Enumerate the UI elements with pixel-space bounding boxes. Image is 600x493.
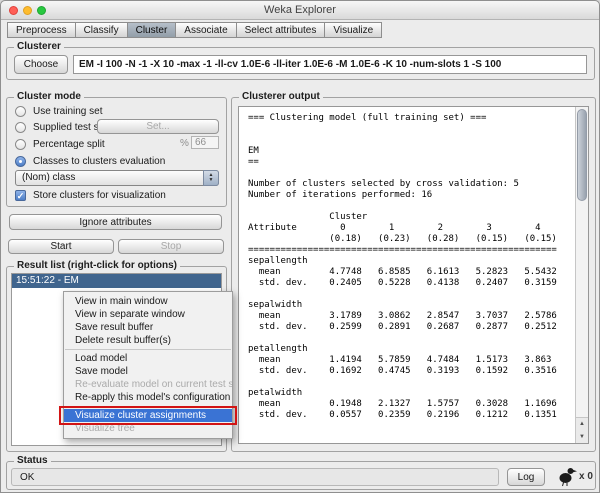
scroll-down-button[interactable]: ▼ [576,431,588,444]
tab-cluster[interactable]: Cluster [126,22,176,38]
menu-item-view-in-main-window[interactable]: View in main window [64,295,232,308]
scrollbar-thumb[interactable] [577,109,587,201]
tab-bar: Preprocess Classify Cluster Associate Se… [7,22,383,38]
classes-to-clusters-label: Classes to clusters evaluation [33,156,166,167]
clusterer-group: Clusterer Choose EM -I 100 -N -1 -X 10 -… [6,41,595,80]
tab-classify[interactable]: Classify [74,22,127,38]
tab-visualize[interactable]: Visualize [324,22,383,38]
supplied-test-set-label: Supplied test set [33,122,107,133]
status-message: OK [20,472,35,483]
menu-separator [65,406,231,407]
menu-item-visualize-tree: Visualize tree [75,423,135,434]
cluster-mode-group: Cluster mode Use training set Supplied t… [6,91,227,207]
clusterer-group-label: Clusterer [14,41,64,52]
clusterer-command-field[interactable]: EM -I 100 -N -1 -X 10 -max -1 -ll-cv 1.0… [73,55,587,74]
use-training-set-radio[interactable] [15,106,26,117]
vertical-scrollbar[interactable]: ▲ ▼ [575,107,588,443]
clusterer-output-group-label: Clusterer output [239,91,323,102]
use-training-set-label: Use training set [33,106,103,117]
menu-item-delete-result-buffer[interactable]: Delete result buffer(s) [64,334,232,347]
menu-separator [65,349,231,350]
percentage-split-radio[interactable] [15,139,26,150]
titlebar[interactable]: Weka Explorer [1,1,599,20]
percentage-split-field[interactable]: 66 [191,136,219,149]
menu-item-visualize-cluster-assignments[interactable]: Visualize cluster assignments [64,409,232,422]
percentage-split-option[interactable]: Percentage split [15,138,105,151]
use-training-set-option[interactable]: Use training set [15,105,102,118]
weka-bird-icon [557,465,577,487]
cluster-mode-group-label: Cluster mode [14,91,84,102]
log-button[interactable]: Log [507,468,545,486]
tab-select-attributes[interactable]: Select attributes [235,22,325,38]
status-group: Status OK Log x 0 [6,455,596,490]
store-clusters-checkbox[interactable]: ✓ [15,190,26,201]
weka-process-counter: x 0 [579,471,593,482]
stop-button[interactable]: Stop [118,239,224,254]
percent-sign-label: % [180,138,189,149]
menu-item-re-evaluate-model: Re-evaluate model on current test set [75,379,232,390]
choose-clusterer-button[interactable]: Choose [14,55,68,74]
classes-to-clusters-option[interactable]: Classes to clusters evaluation [15,155,165,168]
clusterer-output-text: === Clustering model (full training set)… [248,113,557,420]
clusterer-output-area: === Clustering model (full training set)… [238,106,589,444]
menu-item-re-apply-configuration[interactable]: Re-apply this model's configuration [64,391,232,404]
result-list-item[interactable]: 15:51:22 - EM [12,274,221,288]
menu-item-save-model[interactable]: Save model [64,365,232,378]
status-group-label: Status [14,455,51,466]
set-test-set-button[interactable]: Set... [97,119,219,134]
scroll-up-button[interactable]: ▲ [576,418,588,431]
menu-item-save-result-buffer[interactable]: Save result buffer [64,321,232,334]
result-list-group-label: Result list (right-click for options) [14,260,181,271]
menu-item-load-model[interactable]: Load model [64,352,232,365]
store-clusters-option[interactable]: ✓ Store clusters for visualization [15,189,166,202]
store-clusters-label: Store clusters for visualization [33,190,166,201]
window-title: Weka Explorer [264,4,336,16]
supplied-test-set-option[interactable]: Supplied test set [15,121,107,134]
start-button[interactable]: Start [8,239,114,254]
class-attribute-dropdown[interactable]: (Nom) class ▲ ▼ [15,170,219,186]
ignore-attributes-button[interactable]: Ignore attributes [9,214,222,230]
class-attribute-value: (Nom) class [22,172,76,183]
result-context-menu: View in main window View in separate win… [59,291,237,439]
scrollbar-buttons: ▲ ▼ [576,417,588,443]
status-message-panel: OK [11,468,499,486]
percentage-split-label: Percentage split [33,139,105,150]
tab-preprocess[interactable]: Preprocess [7,22,75,38]
classes-to-clusters-radio[interactable] [15,156,26,167]
dropdown-arrows-icon: ▲ ▼ [203,170,219,186]
tab-associate[interactable]: Associate [175,22,236,38]
combo-down-arrow-icon: ▼ [208,177,214,183]
weka-explorer-window: Weka Explorer Preprocess Classify Cluste… [0,0,600,493]
supplied-test-set-radio[interactable] [15,122,26,133]
menu-item-view-in-separate-window[interactable]: View in separate window [64,308,232,321]
clusterer-output-group: Clusterer output === Clustering model (f… [231,91,596,452]
